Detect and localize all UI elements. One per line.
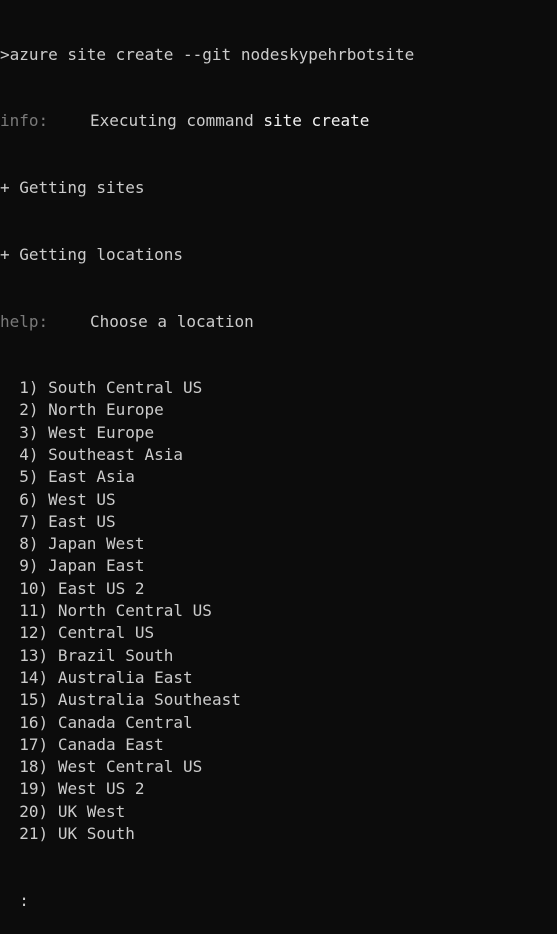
location-number: 7)	[19, 511, 39, 531]
location-name: East US	[48, 511, 116, 531]
location-number: 12)	[19, 623, 49, 643]
location-option[interactable]: 20) UK West	[0, 801, 557, 823]
input-prompt-line[interactable]: :	[0, 890, 557, 912]
input-prompt[interactable]: :	[19, 891, 29, 910]
location-number: 10)	[19, 578, 49, 598]
location-number: 4)	[19, 444, 39, 464]
location-number: 17)	[19, 734, 49, 754]
help-text: Choose a location	[90, 312, 254, 332]
location-option[interactable]: 9) Japan East	[0, 555, 557, 577]
location-option[interactable]: 11) North Central US	[0, 600, 557, 622]
help-label: help:	[0, 312, 49, 332]
location-name: West US	[48, 489, 116, 509]
location-name: North Europe	[48, 400, 164, 420]
location-number: 9)	[19, 556, 39, 576]
location-option[interactable]: 8) Japan West	[0, 533, 557, 555]
location-name: South Central US	[48, 378, 203, 398]
location-name: Southeast Asia	[48, 444, 184, 464]
location-name: West Central US	[57, 757, 203, 777]
location-number: 6)	[19, 489, 39, 509]
location-number: 21)	[19, 823, 49, 843]
location-option[interactable]: 1) South Central US	[0, 377, 557, 399]
location-option[interactable]: 12) Central US	[0, 622, 557, 644]
location-option[interactable]: 7) East US	[0, 511, 557, 533]
help-line: help: Choose a location	[0, 311, 557, 333]
location-number: 14)	[19, 667, 49, 687]
location-name: UK West	[57, 801, 126, 821]
location-number: 18)	[19, 757, 49, 777]
location-option[interactable]: 16) Canada Central	[0, 712, 557, 734]
location-option[interactable]: 19) West US 2	[0, 778, 557, 800]
location-name: Canada East	[57, 734, 164, 754]
location-name: East Asia	[48, 467, 135, 487]
location-option[interactable]: 10) East US 2	[0, 578, 557, 600]
location-number: 11)	[19, 601, 49, 621]
location-option[interactable]: 4) Southeast Asia	[0, 444, 557, 466]
progress-line: + Getting sites	[0, 178, 145, 198]
location-number: 16)	[19, 712, 49, 732]
location-list: 1) South Central US 2) North Europe 3) W…	[0, 377, 557, 845]
terminal-window[interactable]: >azure site create --git nodeskypehrbots…	[0, 0, 557, 910]
info-text-prefix: Executing command	[90, 111, 264, 131]
location-name: Japan West	[48, 534, 145, 554]
location-option[interactable]: 2) North Europe	[0, 399, 557, 421]
location-number: 1)	[19, 378, 39, 398]
progress-line: + Getting locations	[0, 245, 184, 265]
location-name: East US 2	[57, 578, 145, 598]
location-option[interactable]: 17) Canada East	[0, 734, 557, 756]
command-line: >azure site create --git nodeskypehrbots…	[0, 44, 415, 64]
location-name: Central US	[57, 623, 155, 643]
location-name: North Central US	[57, 601, 212, 621]
location-number: 19)	[19, 779, 49, 799]
location-number: 15)	[19, 690, 49, 710]
location-name: UK South	[57, 823, 135, 843]
location-name: Australia East	[57, 667, 193, 687]
location-name: Canada Central	[57, 712, 193, 732]
location-name: West Europe	[48, 422, 155, 442]
location-name: West US 2	[57, 779, 145, 799]
location-number: 3)	[19, 422, 39, 442]
location-name: Australia Southeast	[57, 690, 241, 710]
location-option[interactable]: 5) East Asia	[0, 466, 557, 488]
location-option[interactable]: 3) West Europe	[0, 422, 557, 444]
info-label: info:	[0, 111, 49, 131]
location-name: Brazil South	[57, 645, 174, 665]
location-option[interactable]: 6) West US	[0, 489, 557, 511]
location-number: 2)	[19, 400, 39, 420]
location-number: 13)	[19, 645, 49, 665]
location-option[interactable]: 15) Australia Southeast	[0, 689, 557, 711]
info-line: info: Executing command site create	[0, 110, 557, 132]
location-name: Japan East	[48, 556, 145, 576]
location-option[interactable]: 14) Australia East	[0, 667, 557, 689]
location-number: 5)	[19, 467, 39, 487]
location-option[interactable]: 21) UK South	[0, 823, 557, 845]
info-command: site create	[263, 111, 370, 131]
location-option[interactable]: 18) West Central US	[0, 756, 557, 778]
location-option[interactable]: 13) Brazil South	[0, 645, 557, 667]
location-number: 8)	[19, 534, 39, 554]
location-number: 20)	[19, 801, 49, 821]
